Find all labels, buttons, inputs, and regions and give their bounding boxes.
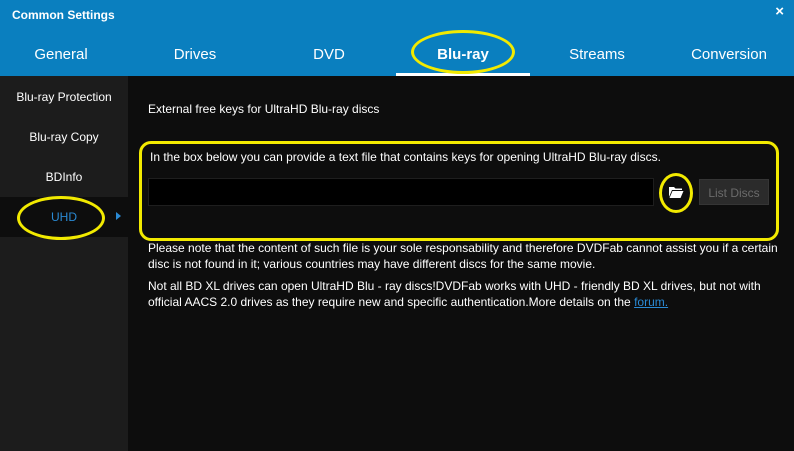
sidebar: Blu-ray Protection Blu-ray Copy BDInfo U… (0, 76, 128, 451)
annotation-circle-browse (659, 173, 693, 213)
tab-streams[interactable]: Streams (536, 36, 658, 76)
tab-drives[interactable]: Drives (134, 36, 256, 76)
common-settings-window: Common Settings × General Drives DVD Blu… (0, 0, 794, 451)
sidebar-item-blu-ray-protection[interactable]: Blu-ray Protection (0, 77, 128, 117)
annotation-circle-uhd-item (17, 196, 105, 240)
uhd-settings-panel: External free keys for UltraHD Blu-ray d… (128, 76, 794, 451)
tab-general[interactable]: General (0, 36, 122, 76)
close-icon[interactable]: × (775, 3, 784, 20)
sidebar-item-blu-ray-copy[interactable]: Blu-ray Copy (0, 117, 128, 157)
triangle-right-icon (116, 212, 121, 220)
sidebar-item-bdinfo[interactable]: BDInfo (0, 157, 128, 197)
header-bar: Common Settings × General Drives DVD Blu… (0, 0, 794, 76)
forum-link[interactable]: forum. (634, 295, 668, 309)
annotation-circle-blu-ray-tab (411, 30, 515, 74)
responsibility-note: Please note that the content of such fil… (148, 241, 778, 271)
drive-compat-note: Not all BD XL drives can open UltraHD Bl… (148, 278, 788, 310)
section-heading: External free keys for UltraHD Blu-ray d… (148, 102, 380, 116)
tab-bar: General Drives DVD Blu-ray Streams Conve… (0, 36, 794, 76)
tab-conversion[interactable]: Conversion (664, 36, 794, 76)
tab-dvd[interactable]: DVD (268, 36, 390, 76)
drive-compat-text: Not all BD XL drives can open UltraHD Bl… (148, 279, 761, 309)
window-title: Common Settings (12, 8, 115, 22)
